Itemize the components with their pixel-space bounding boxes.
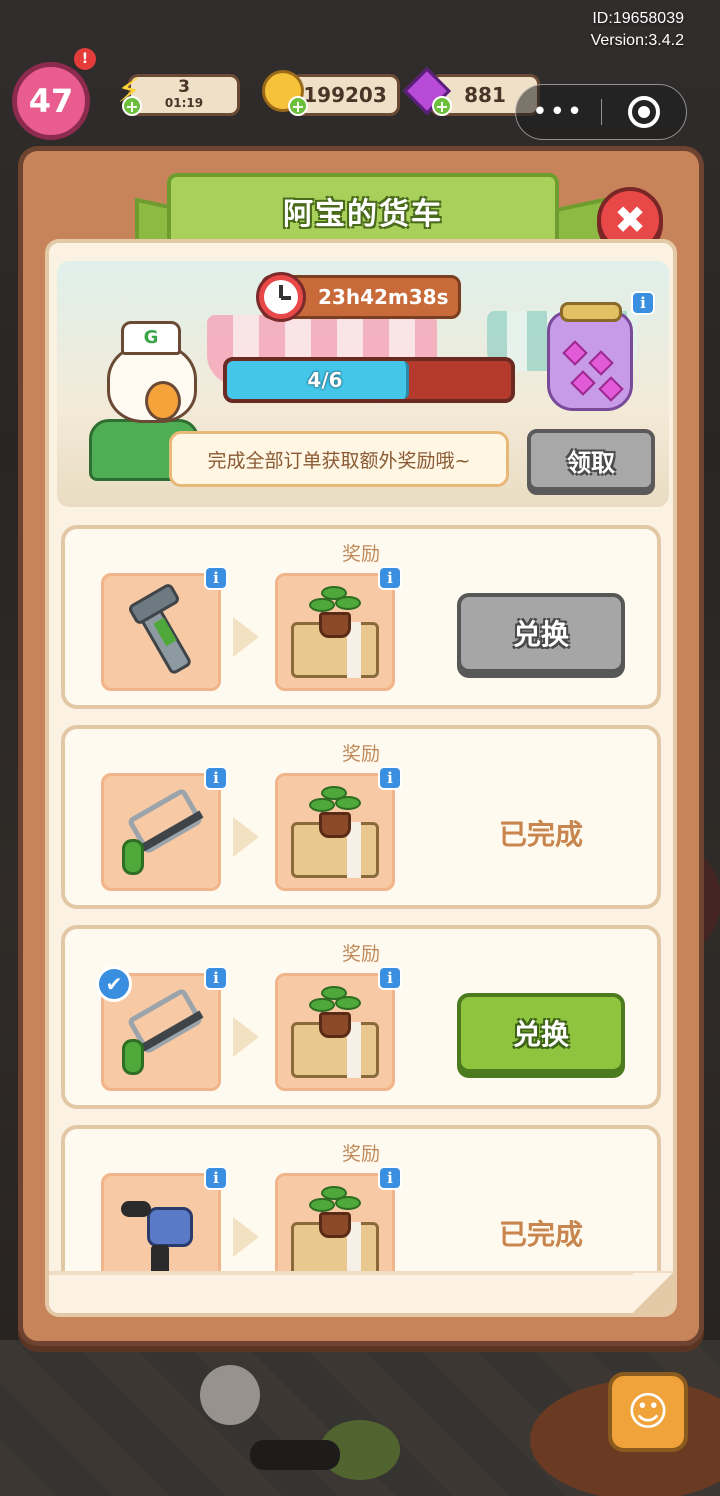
order-completed-text: 已完成 — [498, 1218, 583, 1251]
order-completed-text: 已完成 — [498, 818, 583, 851]
dialog-content: G 23h42m38s 4/6 i 完成全部订单获取额外奖励哦~ 领取 奖励 i… — [45, 239, 677, 1317]
saw-icon — [116, 787, 206, 877]
required-item-slot[interactable]: i — [101, 566, 228, 691]
info-icon[interactable]: i — [204, 566, 228, 590]
info-icon[interactable]: i — [378, 566, 402, 590]
order-row: 奖励 i i 兑换 — [61, 525, 661, 709]
order-reward-label: 奖励 — [341, 1143, 380, 1165]
required-item-slot[interactable]: ✔ i — [96, 966, 228, 1091]
order-row: 奖励 ✔ i i 兑换 — [61, 925, 661, 1109]
clock-icon — [256, 272, 306, 322]
level-alert-badge: ! — [74, 48, 96, 70]
list-bottom-edge — [49, 1271, 673, 1313]
hint-speech-bubble: 完成全部订单获取额外奖励哦~ — [169, 431, 509, 487]
reward-item-slot[interactable]: i — [275, 766, 402, 891]
drill-icon — [121, 1187, 201, 1277]
event-banner: G 23h42m38s 4/6 i 完成全部订单获取额外奖励哦~ 领取 — [57, 261, 669, 507]
exchange-button-disabled[interactable]: 兑换 — [457, 593, 625, 673]
order-row: 奖励 i i 已完成 — [61, 1125, 661, 1281]
exchange-label: 兑换 — [512, 618, 569, 651]
info-icon[interactable]: i — [631, 291, 655, 315]
arrow-right-icon — [233, 817, 259, 857]
saw-icon — [116, 987, 206, 1077]
gem-value: 881 — [464, 83, 506, 107]
reward-item-slot[interactable]: i — [275, 1166, 402, 1281]
exit-miniapp-button[interactable] — [602, 96, 687, 128]
info-icon[interactable]: i — [204, 766, 228, 790]
plant-box-icon — [291, 584, 379, 680]
check-icon: ✔ — [96, 966, 132, 1002]
add-energy-button[interactable]: + — [122, 96, 142, 116]
dialog-title: 阿宝的货车 — [283, 197, 443, 232]
arrow-right-icon — [233, 1017, 259, 1057]
add-gem-button[interactable]: + — [432, 96, 452, 116]
reward-item-slot[interactable]: i — [275, 966, 402, 1091]
build-info: ID:19658039 Version:3.4.2 — [591, 8, 684, 52]
chat-button[interactable]: ☺ — [608, 1372, 688, 1452]
page-fold-decoration — [633, 1273, 673, 1313]
order-list[interactable]: 奖励 i i 兑换 奖励 i i 已完成 奖励 ✔ i i 兑换 奖励 i i … — [61, 525, 661, 1281]
info-icon[interactable]: i — [378, 1166, 402, 1190]
order-reward-label: 奖励 — [341, 543, 380, 565]
info-icon[interactable]: i — [204, 966, 228, 990]
arrow-right-icon — [233, 1217, 259, 1257]
plant-box-icon — [291, 1184, 379, 1280]
claim-label: 领取 — [567, 448, 615, 477]
plant-box-icon — [291, 784, 379, 880]
energy-value: 3 — [178, 77, 190, 97]
order-row: 奖励 i i 已完成 — [61, 725, 661, 909]
claim-button[interactable]: 领取 — [527, 429, 655, 491]
required-item-slot[interactable]: i — [101, 1166, 228, 1281]
plant-box-icon — [291, 984, 379, 1080]
chat-icon: ☺ — [627, 1389, 669, 1435]
info-icon[interactable]: i — [378, 766, 402, 790]
exchange-button[interactable]: 兑换 — [457, 993, 625, 1073]
countdown-timer: 23h42m38s — [256, 272, 461, 322]
close-icon: ✖ — [614, 198, 646, 242]
exchange-label: 兑换 — [512, 1018, 569, 1051]
wrench-icon — [121, 581, 201, 677]
coin-value: 199203 — [303, 83, 387, 107]
progress-label: 4/6 — [307, 368, 343, 392]
info-icon[interactable]: i — [378, 966, 402, 990]
target-icon — [627, 96, 660, 128]
order-progress-bar: 4/6 — [223, 357, 515, 403]
miniapp-capsule: ••• — [515, 84, 687, 140]
gem-jar-icon[interactable] — [547, 302, 633, 411]
user-id: ID:19658039 — [592, 10, 684, 27]
arrow-right-icon — [233, 617, 259, 657]
info-icon[interactable]: i — [204, 1166, 228, 1190]
version-text: Version:3.4.2 — [590, 32, 684, 49]
reward-item-slot[interactable]: i — [275, 566, 402, 691]
truck-orders-dialog: 阿宝的货车 ✖ G 23h42m38s 4/6 i 完成全部订单获取额外奖励哦~… — [18, 146, 704, 1346]
required-item-slot[interactable]: i — [101, 766, 228, 891]
hint-text: 完成全部订单获取额外奖励哦~ — [207, 449, 471, 472]
energy-timer: 01:19 — [164, 96, 204, 110]
order-reward-label: 奖励 — [341, 743, 380, 765]
level-number: 47 — [28, 82, 74, 120]
more-menu-button[interactable]: ••• — [516, 84, 601, 140]
level-badge[interactable]: 47 — [12, 62, 90, 140]
timer-text: 23h42m38s — [318, 285, 449, 309]
title-ribbon: 阿宝的货车 — [167, 173, 559, 249]
order-reward-label: 奖励 — [341, 943, 380, 965]
add-coin-button[interactable]: + — [288, 96, 308, 116]
